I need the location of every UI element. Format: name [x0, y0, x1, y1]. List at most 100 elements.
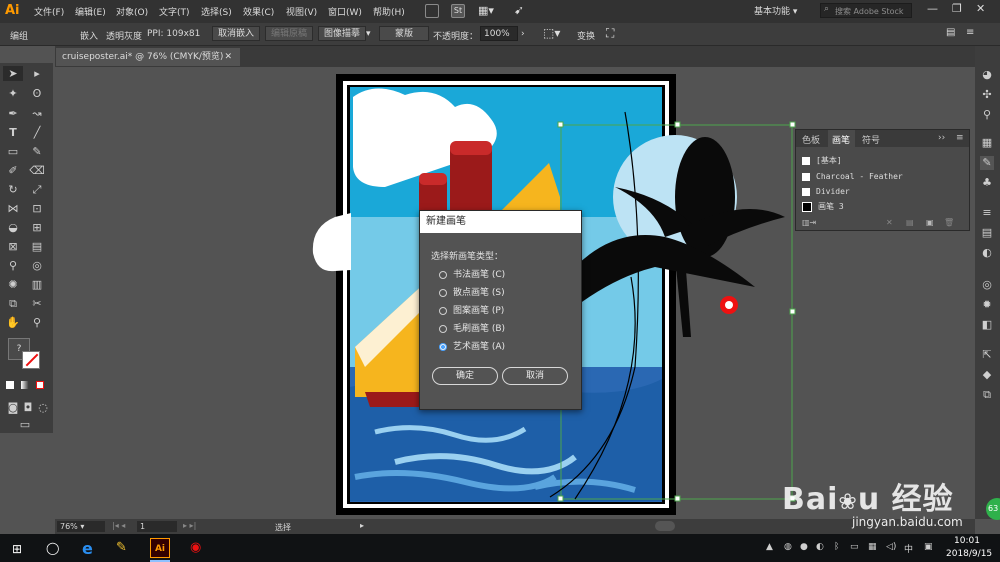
menu-effect[interactable]: 效果(C) — [243, 5, 274, 18]
menu-select[interactable]: 选择(S) — [201, 5, 232, 18]
zoom-tool-icon[interactable]: ⚲ — [29, 315, 45, 331]
menu-object[interactable]: 对象(O) — [116, 5, 148, 18]
ok-button[interactable]: 确定 — [432, 367, 498, 385]
close-icon[interactable]: ✕ — [976, 2, 985, 15]
bluetooth-icon[interactable]: ᛒ — [834, 542, 839, 552]
tab-brushes[interactable]: 画笔 — [832, 133, 850, 146]
color-icon[interactable]: ◕ — [980, 68, 994, 82]
chevron-right-icon[interactable]: › — [521, 29, 525, 39]
qq-icon[interactable]: ◉ — [190, 540, 201, 555]
line-tool-icon[interactable]: ╱ — [29, 125, 45, 141]
perspective-grid-icon[interactable]: ⊞ — [29, 220, 45, 236]
swatches-icon[interactable]: ▦ — [980, 136, 994, 150]
opacity-input[interactable]: 100% — [480, 26, 518, 41]
libraries-icon[interactable]: ◧ — [980, 318, 994, 332]
export-icon[interactable]: ⇱ — [980, 348, 994, 362]
illustrator-taskbar-icon[interactable]: Ai — [150, 538, 170, 558]
gradient-mode-icon[interactable] — [21, 381, 29, 389]
document-setup-icon[interactable]: ▤ — [946, 27, 955, 38]
stock-search-input[interactable]: 搜索 Adobe Stock — [820, 3, 912, 18]
graphic-styles-icon[interactable]: ✹ — [980, 298, 994, 312]
windows-start-icon[interactable]: ⊞ — [12, 542, 22, 556]
eraser-icon[interactable]: ⌫ — [29, 163, 45, 179]
option-art[interactable]: 艺术画笔 (A) — [439, 339, 505, 352]
volume-icon[interactable]: ◁) — [886, 542, 896, 552]
rotate-tool-icon[interactable]: ↻ — [5, 182, 21, 198]
page-input[interactable]: 1 — [137, 521, 177, 532]
transparency-icon[interactable]: ◐ — [980, 246, 994, 260]
isolate-icon[interactable]: ⛶ — [606, 26, 614, 41]
option-calligraphic[interactable]: 书法画笔 (C) — [439, 267, 505, 280]
blend-tool-icon[interactable]: ◎ — [29, 258, 45, 274]
gradient-icon[interactable]: ▤ — [980, 226, 994, 240]
menu-help[interactable]: 帮助(H) — [373, 5, 405, 18]
task-view-icon[interactable]: ◯ — [46, 541, 59, 555]
horizontal-scrollbar-thumb[interactable] — [655, 521, 675, 531]
workspace-switcher[interactable]: 基本功能 ▾ — [754, 4, 797, 17]
panel-menu-icon[interactable]: ≡ — [956, 133, 964, 143]
brush-item-divider[interactable]: Divider — [802, 185, 962, 198]
cancel-button[interactable]: 取消 — [502, 367, 568, 385]
none-mode-icon[interactable] — [36, 381, 44, 389]
curvature-tool-icon[interactable]: ↝ — [29, 106, 45, 122]
minimize-icon[interactable]: — — [927, 2, 938, 15]
layers-icon[interactable]: ◆ — [980, 368, 994, 382]
mask-button[interactable]: 蒙版 — [379, 26, 429, 41]
zoom-input[interactable]: 76% ▾ — [57, 521, 105, 532]
rectangle-tool-icon[interactable]: ▭ — [5, 144, 21, 160]
maximize-icon[interactable]: ❐ — [952, 2, 962, 15]
clock-date[interactable]: 2018/9/15 — [946, 549, 992, 559]
free-transform-icon[interactable]: ⊡ — [29, 201, 45, 217]
transform-button[interactable]: 变换 — [577, 29, 595, 42]
option-bristle[interactable]: 毛刷画笔 (B) — [439, 321, 505, 334]
menu-file[interactable]: 文件(F) — [34, 5, 64, 18]
tab-swatches[interactable]: 色板 — [802, 133, 820, 146]
artboards-icon[interactable]: ⧉ — [980, 388, 994, 402]
gradient-tool-icon[interactable]: ▤ — [29, 239, 45, 255]
option-scatter[interactable]: 散点画笔 (S) — [439, 285, 505, 298]
menu-edit[interactable]: 编辑(E) — [75, 5, 106, 18]
draw-behind-icon[interactable]: ◘ — [20, 400, 36, 416]
paintbrush-icon[interactable]: ✎ — [29, 144, 45, 160]
first-page-icon[interactable]: |◂ ◂ — [112, 521, 125, 530]
menu-type[interactable]: 文字(T) — [159, 5, 190, 18]
appearance-icon[interactable]: ◎ — [980, 278, 994, 292]
stroke-swatch[interactable] — [22, 351, 40, 369]
option-pattern[interactable]: 图案画笔 (P) — [439, 303, 504, 316]
direct-selection-tool-icon[interactable]: ▸ — [29, 66, 45, 82]
new-brush-icon[interactable]: ▣ — [926, 218, 934, 227]
delete-brush-icon[interactable]: 🗑 — [944, 218, 954, 227]
align-icon[interactable]: ⬚▾ — [543, 26, 560, 40]
panel-collapse-icon[interactable]: ›› — [938, 133, 945, 143]
image-trace-button[interactable]: 图像描摹 — [318, 26, 367, 41]
paint-icon[interactable]: ✎ — [116, 540, 127, 555]
draw-inside-icon[interactable]: ◌ — [35, 400, 51, 416]
column-graph-icon[interactable]: ▥ — [29, 277, 45, 293]
stroke-icon[interactable]: ≡ — [980, 206, 994, 220]
arrange-documents-icon[interactable]: ▦▾ — [478, 4, 494, 17]
stock-icon[interactable]: St — [451, 4, 465, 18]
shape-builder-icon[interactable]: ◒ — [5, 220, 21, 236]
panel-menu-icon[interactable]: ≡ — [966, 27, 974, 38]
options-icon[interactable]: ▤ — [906, 218, 914, 227]
tray-app-icon[interactable]: ◐ — [816, 542, 824, 552]
brush-item-3[interactable]: 画笔 3 — [802, 200, 962, 213]
symbol-sprayer-icon[interactable]: ✺ — [5, 277, 21, 293]
artboard-tool-icon[interactable]: ⧉ — [5, 296, 21, 312]
magic-wand-icon[interactable]: ✦ — [5, 86, 21, 102]
tray-app-icon[interactable]: ● — [800, 542, 808, 552]
brush-item-charcoal[interactable]: Charcoal - Feather — [802, 170, 962, 183]
status-menu-icon[interactable]: ▸ — [360, 521, 364, 530]
draw-normal-icon[interactable]: ◙ — [5, 400, 21, 416]
tab-close-icon[interactable]: ✕ — [224, 48, 232, 66]
lasso-icon[interactable]: ʘ — [29, 86, 45, 102]
brushes-icon[interactable]: ✎ — [980, 156, 994, 170]
network-icon[interactable]: ▦ — [868, 542, 877, 552]
info-icon[interactable]: ⚲ — [980, 108, 994, 122]
tray-app-icon[interactable]: ◍ — [784, 542, 792, 552]
type-tool-icon[interactable]: T — [5, 125, 21, 141]
remove-stroke-icon[interactable]: ✕ — [886, 218, 893, 227]
ime-label[interactable]: 中 — [904, 542, 913, 555]
scale-tool-icon[interactable]: ⤢ — [29, 182, 45, 198]
symbols-icon[interactable]: ♣ — [980, 176, 994, 190]
